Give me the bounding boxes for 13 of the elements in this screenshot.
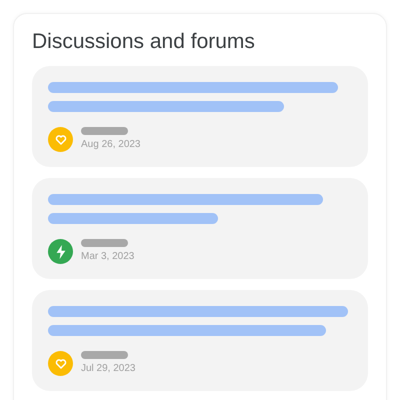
post-date: Mar 3, 2023 xyxy=(81,250,134,264)
heart-icon xyxy=(54,134,66,146)
post-card[interactable]: Jul 29, 2023 xyxy=(32,290,368,391)
author-placeholder xyxy=(81,127,128,135)
lightning-icon xyxy=(54,244,66,258)
author-placeholder xyxy=(81,239,128,247)
post-card[interactable]: Aug 26, 2023 xyxy=(32,66,368,167)
post-date: Jul 29, 2023 xyxy=(81,362,136,376)
post-date: Aug 26, 2023 xyxy=(81,138,140,152)
post-card[interactable]: Mar 3, 2023 xyxy=(32,178,368,279)
heart-icon xyxy=(54,358,66,370)
section-title: Discussions and forums xyxy=(32,29,255,55)
author-placeholder xyxy=(81,351,128,359)
